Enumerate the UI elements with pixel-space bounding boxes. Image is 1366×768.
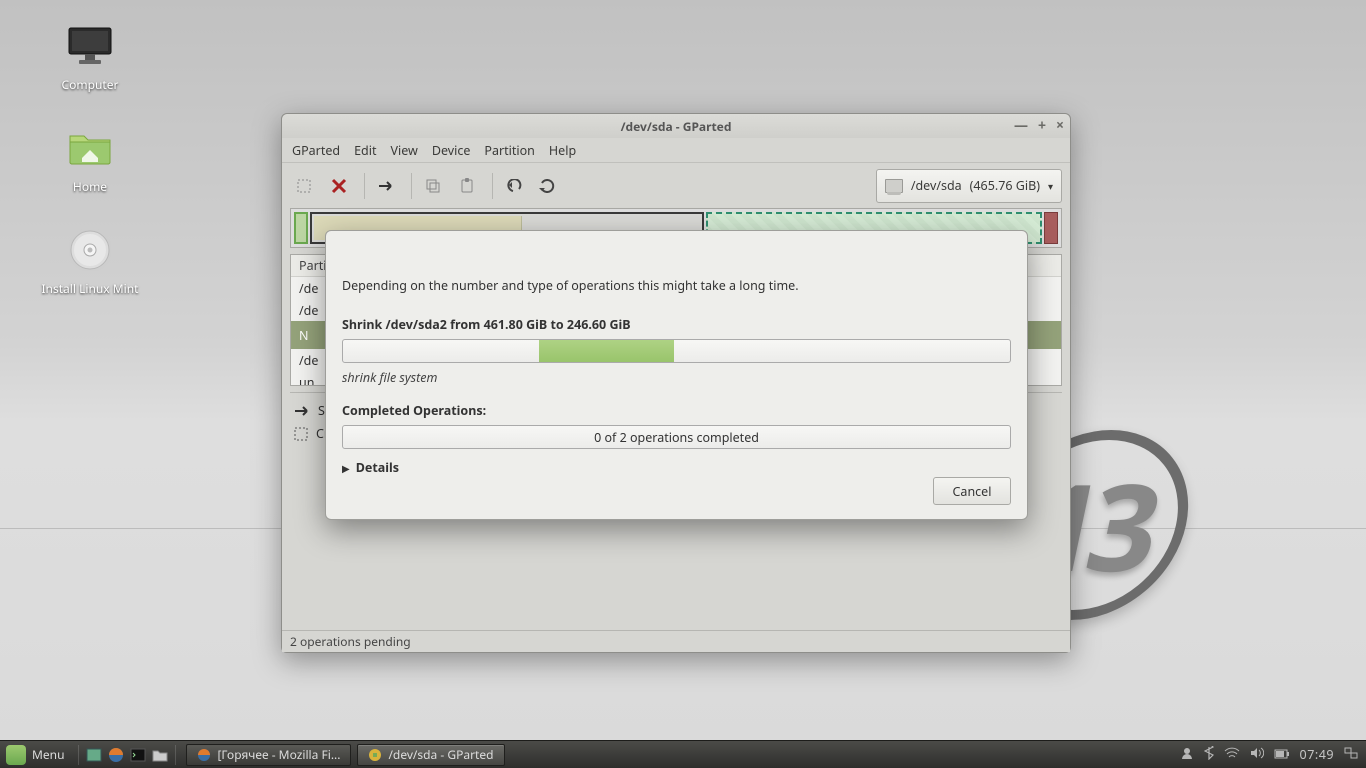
firefox-launcher[interactable] xyxy=(105,744,127,766)
battery-icon[interactable] xyxy=(1274,746,1290,763)
apply-button[interactable] xyxy=(533,171,563,201)
taskbar-task-firefox[interactable]: [Горячее - Mozilla Fi... xyxy=(186,744,351,766)
clock[interactable]: 07:49 xyxy=(1300,746,1334,763)
close-button[interactable]: × xyxy=(1056,119,1064,133)
delete-button[interactable] xyxy=(324,171,354,201)
gparted-icon xyxy=(368,748,382,762)
details-label: Details xyxy=(356,459,399,476)
network-icon[interactable] xyxy=(1224,746,1240,763)
firefox-icon xyxy=(197,748,211,762)
operation-progressbar xyxy=(342,339,1011,363)
progress-dialog: Depending on the number and type of oper… xyxy=(325,230,1028,520)
resize-move-button[interactable] xyxy=(371,171,401,201)
system-tray: 07:49 xyxy=(1172,746,1366,764)
show-desktop-button[interactable] xyxy=(83,744,105,766)
desktop-icon-label: Install Linux Mint xyxy=(30,280,150,297)
menu-help[interactable]: Help xyxy=(549,142,576,159)
menu-device[interactable]: Device xyxy=(432,142,471,159)
folder-home-icon xyxy=(68,128,112,168)
overall-progressbar: 0 of 2 operations completed xyxy=(342,425,1011,449)
dialog-message: Depending on the number and type of oper… xyxy=(342,277,1011,294)
menu-partition[interactable]: Partition xyxy=(484,142,535,159)
desktop-icon-label: Home xyxy=(30,178,150,195)
monitor-icon xyxy=(67,26,113,66)
desktop-icon-install[interactable]: Install Linux Mint xyxy=(30,226,150,297)
new-icon xyxy=(294,427,308,441)
undo-button[interactable] xyxy=(499,171,529,201)
statusbar: 2 operations pending xyxy=(282,630,1070,652)
bluetooth-icon[interactable] xyxy=(1204,746,1214,764)
toolbar: /dev/sda (465.76 GiB) ▾ xyxy=(282,162,1070,208)
details-expander[interactable]: ▶ Details xyxy=(342,459,1011,476)
disk-icon xyxy=(885,179,903,193)
menu-gparted[interactable]: GParted xyxy=(292,142,340,159)
terminal-launcher[interactable] xyxy=(127,744,149,766)
menu-edit[interactable]: Edit xyxy=(354,142,376,159)
status-text: 2 operations pending xyxy=(290,633,411,650)
window-list-icon[interactable] xyxy=(1344,746,1358,763)
user-icon[interactable] xyxy=(1180,746,1194,764)
files-launcher[interactable] xyxy=(149,744,171,766)
menubar: GParted Edit View Device Partition Help xyxy=(282,138,1070,162)
resize-icon xyxy=(294,404,310,418)
mint-logo-icon: ⠀ xyxy=(6,745,26,765)
progress-fill xyxy=(539,340,674,362)
operation-title: Shrink /dev/sda2 from 461.80 GiB to 246.… xyxy=(342,316,1011,333)
operation-substep: shrink file system xyxy=(342,369,1011,386)
disk-seg-boot[interactable] xyxy=(294,212,308,244)
maximize-button[interactable]: + xyxy=(1038,119,1046,133)
copy-button[interactable] xyxy=(418,171,448,201)
volume-icon[interactable] xyxy=(1250,746,1264,763)
start-menu-button[interactable]: ⠀ Menu xyxy=(0,741,74,768)
titlebar[interactable]: /dev/sda - GParted — + × xyxy=(282,114,1070,138)
triangle-right-icon: ▶ xyxy=(342,461,350,475)
start-menu-label: Menu xyxy=(32,746,64,763)
taskbar-task-gparted[interactable]: /dev/sda - GParted xyxy=(357,744,504,766)
device-name: /dev/sda xyxy=(911,177,962,194)
taskbar: ⠀ Menu [Горячее - Mozilla Fi... /dev/sda… xyxy=(0,740,1366,768)
window-title: /dev/sda - GParted xyxy=(621,118,732,135)
overall-progress-text: 0 of 2 operations completed xyxy=(594,429,759,446)
menu-view[interactable]: View xyxy=(390,142,417,159)
task-label: [Горячее - Mozilla Fi... xyxy=(217,746,340,763)
device-selector[interactable]: /dev/sda (465.76 GiB) ▾ xyxy=(876,169,1062,203)
disk-seg-tail[interactable] xyxy=(1044,212,1058,244)
new-partition-button[interactable] xyxy=(290,171,320,201)
paste-button[interactable] xyxy=(452,171,482,201)
desktop-icon-home[interactable]: Home xyxy=(30,124,150,195)
chevron-down-icon: ▾ xyxy=(1048,179,1053,193)
completed-title: Completed Operations: xyxy=(342,402,1011,419)
task-label: /dev/sda - GParted xyxy=(388,746,493,763)
desktop-icon-label: Computer xyxy=(30,76,150,93)
cancel-button[interactable]: Cancel xyxy=(933,477,1011,505)
disc-icon xyxy=(69,229,111,271)
minimize-button[interactable]: — xyxy=(1014,119,1028,133)
device-size: (465.76 GiB) xyxy=(970,177,1040,194)
desktop-icon-computer[interactable]: Computer xyxy=(30,22,150,93)
